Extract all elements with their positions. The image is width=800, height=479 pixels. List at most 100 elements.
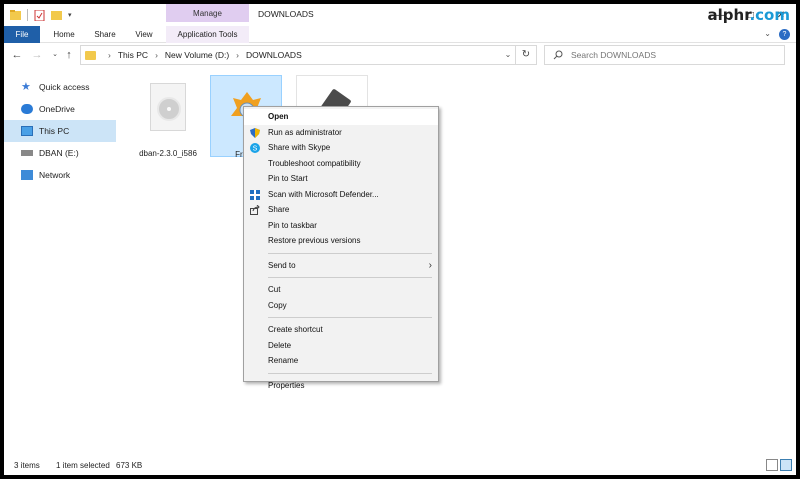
- large-icons-view-icon[interactable]: [780, 459, 792, 471]
- quick-access-toolbar: ▾: [10, 9, 72, 21]
- navigation-bar: ← → ⌄ ↑ › This PC › New Volume (D:) › DO…: [4, 43, 796, 67]
- forward-arrow-icon[interactable]: →: [30, 48, 44, 62]
- file-name: dban-2.3.0_i586: [139, 149, 197, 158]
- chevron-right-icon: ›: [236, 50, 240, 60]
- chevron-right-icon: ›: [428, 259, 432, 271]
- context-menu: Open Run as administrator S Share with Skyp…: [243, 106, 439, 390]
- back-arrow-icon[interactable]: ←: [10, 48, 24, 62]
- details-view-icon[interactable]: [766, 459, 778, 471]
- menu-item-scan-with-microsoft-defender[interactable]: Scan with Microsoft Defender...: [244, 187, 438, 203]
- menu-item-send-to[interactable]: Send to ›: [244, 258, 438, 274]
- file-item[interactable]: dban-2.3.0_i586: [132, 75, 204, 158]
- network-icon: [21, 170, 33, 180]
- menu-item-label: Share: [268, 205, 290, 214]
- menu-item-share[interactable]: Share: [244, 202, 438, 218]
- search-input[interactable]: [571, 50, 771, 60]
- menu-item-label: Rename: [268, 356, 299, 365]
- sidebar-item-network[interactable]: Network: [4, 164, 116, 186]
- menu-item-label: Open: [268, 112, 289, 121]
- menu-item-label: Share with Skype: [268, 143, 331, 152]
- menu-item-share-with-skype[interactable]: S Share with Skype: [244, 140, 438, 156]
- menu-item-label: Send to: [268, 260, 296, 270]
- menu-separator: [268, 277, 432, 278]
- navigation-pane: ★ Quick access OneDrive This PC DBAN (E:…: [4, 76, 116, 186]
- menu-item-label: Copy: [268, 300, 287, 310]
- drive-icon: [21, 150, 33, 156]
- menu-item-troubleshoot-compatibility[interactable]: Troubleshoot compatibility: [244, 156, 438, 172]
- menu-separator: [268, 372, 432, 374]
- menu-item-label: Pin to taskbar: [268, 220, 317, 230]
- ribbon-right-controls: ⌄ ?: [764, 29, 790, 40]
- sidebar-item-label: OneDrive: [39, 104, 75, 114]
- skype-icon: S: [250, 143, 260, 153]
- refresh-icon[interactable]: ↻: [516, 45, 537, 65]
- address-dropdown-icon[interactable]: ⌄: [500, 45, 516, 65]
- menu-item-pin-to-start[interactable]: Pin to Start: [244, 171, 438, 187]
- menu-item-label: Restore previous versions: [268, 236, 361, 245]
- share-icon: [250, 205, 260, 215]
- folder-icon: [85, 50, 96, 60]
- tab-file[interactable]: File: [4, 26, 40, 43]
- breadcrumb-this-pc[interactable]: This PC: [118, 50, 148, 60]
- tab-share[interactable]: Share: [88, 26, 122, 43]
- disc-image-icon: [150, 83, 186, 131]
- tab-application-tools[interactable]: Application Tools: [166, 26, 249, 43]
- menu-item-label: Create shortcut: [268, 325, 323, 334]
- status-bar: 3 items 1 item selected 673 KB: [4, 456, 796, 475]
- up-arrow-icon[interactable]: ↑: [62, 48, 76, 62]
- menu-item-create-shortcut[interactable]: Create shortcut: [244, 322, 438, 338]
- address-bar[interactable]: › This PC › New Volume (D:) › DOWNLOADS: [80, 45, 516, 65]
- title-bar: ▾ Manage DOWNLOADS — □ ✕ alphr.com: [4, 4, 796, 26]
- sidebar-item-dban[interactable]: DBAN (E:): [4, 142, 116, 164]
- window-title: DOWNLOADS: [258, 9, 314, 19]
- file-list: dban-2.3.0_i586 FreeS: [124, 72, 796, 456]
- chevron-right-icon: ›: [108, 50, 111, 60]
- sidebar-item-quick-access[interactable]: ★ Quick access: [4, 76, 116, 98]
- alphr-watermark: alphr.com: [707, 6, 790, 24]
- svg-text:S: S: [253, 146, 258, 153]
- menu-item-restore-previous-versions[interactable]: Restore previous versions: [244, 233, 438, 249]
- recent-locations-icon[interactable]: ⌄: [48, 48, 62, 62]
- tab-home[interactable]: Home: [46, 26, 82, 43]
- shield-icon: [250, 127, 260, 138]
- view-toggle: [766, 459, 792, 471]
- ribbon-tabs: File Home Share View Application Tools ⌄…: [4, 26, 796, 43]
- selection-count: 1 item selected: [56, 461, 110, 470]
- menu-item-label: Cut: [268, 285, 281, 294]
- properties-icon[interactable]: [34, 9, 45, 21]
- folder-icon[interactable]: [10, 10, 21, 20]
- menu-item-label: Scan with Microsoft Defender...: [268, 189, 379, 199]
- menu-item-label: Troubleshoot compatibility: [268, 158, 361, 168]
- menu-item-open[interactable]: Open: [244, 109, 438, 125]
- new-folder-icon[interactable]: [51, 10, 62, 20]
- menu-item-label: Run as administrator: [268, 127, 342, 137]
- item-count: 3 items: [14, 461, 40, 470]
- menu-separator: [268, 252, 432, 254]
- sidebar-item-label: Network: [39, 170, 71, 180]
- toolbar-divider: [27, 9, 28, 21]
- expand-ribbon-icon[interactable]: ⌄: [764, 29, 771, 40]
- menu-item-label: Delete: [268, 340, 292, 350]
- sidebar-item-this-pc[interactable]: This PC: [4, 120, 116, 142]
- search-icon: [553, 50, 563, 60]
- qat-dropdown-icon[interactable]: ▾: [68, 11, 72, 19]
- help-icon[interactable]: ?: [779, 29, 790, 40]
- menu-item-run-as-administrator[interactable]: Run as administrator: [244, 125, 438, 141]
- tab-view[interactable]: View: [128, 26, 160, 43]
- sidebar-item-onedrive[interactable]: OneDrive: [4, 98, 116, 120]
- menu-item-cut[interactable]: Cut: [244, 282, 438, 298]
- menu-item-delete[interactable]: Delete: [244, 338, 438, 354]
- breadcrumb-downloads[interactable]: DOWNLOADS: [246, 50, 302, 60]
- search-box[interactable]: [544, 45, 785, 65]
- breadcrumb-volume[interactable]: New Volume (D:): [165, 50, 229, 60]
- menu-item-rename[interactable]: Rename: [244, 353, 438, 369]
- tab-manage[interactable]: Manage: [166, 4, 249, 22]
- menu-item-label: Pin to Start: [268, 174, 308, 183]
- menu-item-properties[interactable]: Properties: [244, 378, 438, 394]
- menu-item-pin-to-taskbar[interactable]: Pin to taskbar: [244, 218, 438, 234]
- star-icon: ★: [21, 81, 31, 93]
- defender-icon: [250, 189, 260, 200]
- menu-item-label: Properties: [268, 380, 305, 390]
- menu-item-copy[interactable]: Copy: [244, 298, 438, 314]
- chevron-right-icon: ›: [155, 50, 158, 60]
